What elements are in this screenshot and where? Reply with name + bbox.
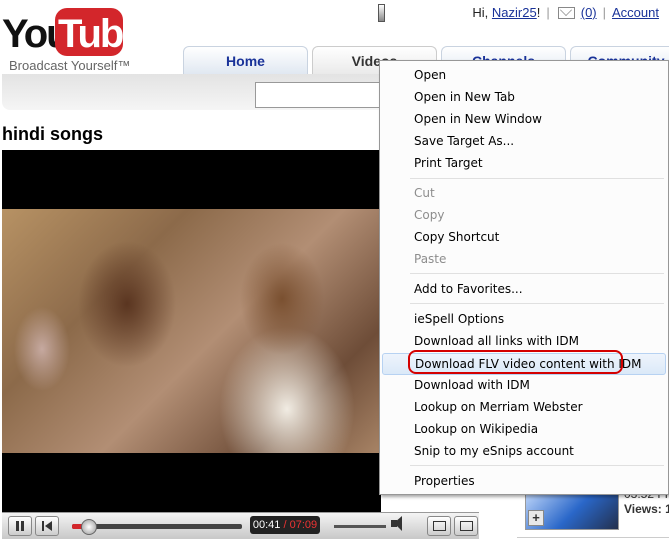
popout-icon[interactable] [427,516,451,536]
player-controls: 00:41 / 07:09 [2,512,479,539]
menu-item-open-new-tab[interactable]: Open in New Tab [382,87,666,107]
menu-item-esnips[interactable]: Snip to my eSnips account [382,441,666,461]
divider: | [602,5,607,20]
speaker-icon[interactable] [391,516,402,531]
youtube-logo[interactable]: You Tube Broadcast Yourself™ [2,6,145,73]
add-icon[interactable]: + [528,510,544,526]
menu-item-cut: Cut [414,186,435,200]
menu-separator [410,465,664,466]
menu-item-copy-shortcut[interactable]: Copy Shortcut [382,227,666,247]
menu-separator [410,178,664,179]
mail-icon[interactable] [557,6,575,19]
volume-track[interactable] [334,525,386,528]
pause-icon[interactable] [8,516,32,536]
menu-item-merriam-webster[interactable]: Lookup on Merriam Webster [382,397,666,417]
username-link[interactable]: Nazir25 [492,5,537,20]
menu-separator [410,273,664,274]
logo-tube-box: Tube [55,8,145,56]
menu-item-save-target[interactable]: Save Target As... [382,131,666,151]
search-input[interactable] [255,82,386,108]
divider: | [546,5,550,20]
user-bar: Hi, Nazir25! | (0) | Account [472,5,659,20]
menu-separator [410,303,664,304]
menu-item-open[interactable]: Open [382,65,666,85]
menu-item-wikipedia[interactable]: Lookup on Wikipedia [382,419,666,439]
inbox-count-link[interactable]: (0) [581,5,597,20]
menu-item-open-new-window[interactable]: Open in New Window [382,109,666,129]
account-link[interactable]: Account [612,5,659,20]
current-time: 00:41 [252,519,281,531]
video-frame [2,209,381,453]
menu-item-add-favorites[interactable]: Add to Favorites... [382,279,666,299]
related-views: Views: 1 [624,502,669,516]
video-player[interactable] [2,150,381,512]
context-menu: Open Open in New Tab Open in New Window … [379,60,669,495]
time-display: 00:41 / 07:09 [250,516,320,534]
highlight-annotation [408,350,623,374]
progress-knob[interactable] [81,519,98,535]
volume-knob[interactable] [378,4,385,22]
video-title: hindi songs [2,124,103,144]
progress-bar[interactable] [72,519,242,535]
menu-item-print-target[interactable]: Print Target [382,153,666,173]
menu-item-iespell[interactable]: ieSpell Options [382,309,666,329]
menu-item-properties[interactable]: Properties [382,471,666,491]
time-separator: / [280,519,290,531]
menu-item-paste: Paste [414,252,447,266]
fullscreen-icon[interactable] [454,516,478,536]
menu-item-download-all-idm[interactable]: Download all links with IDM [382,331,666,351]
greeting-text: Hi, Nazir25! [472,5,541,20]
logo-tagline: Broadcast Yourself™ [9,58,131,73]
tab-home[interactable]: Home [183,46,308,75]
duration: 07:09 [289,519,318,531]
menu-item-copy: Copy [414,208,445,222]
previous-icon[interactable] [35,516,59,536]
menu-item-download-idm[interactable]: Download with IDM [382,375,666,395]
